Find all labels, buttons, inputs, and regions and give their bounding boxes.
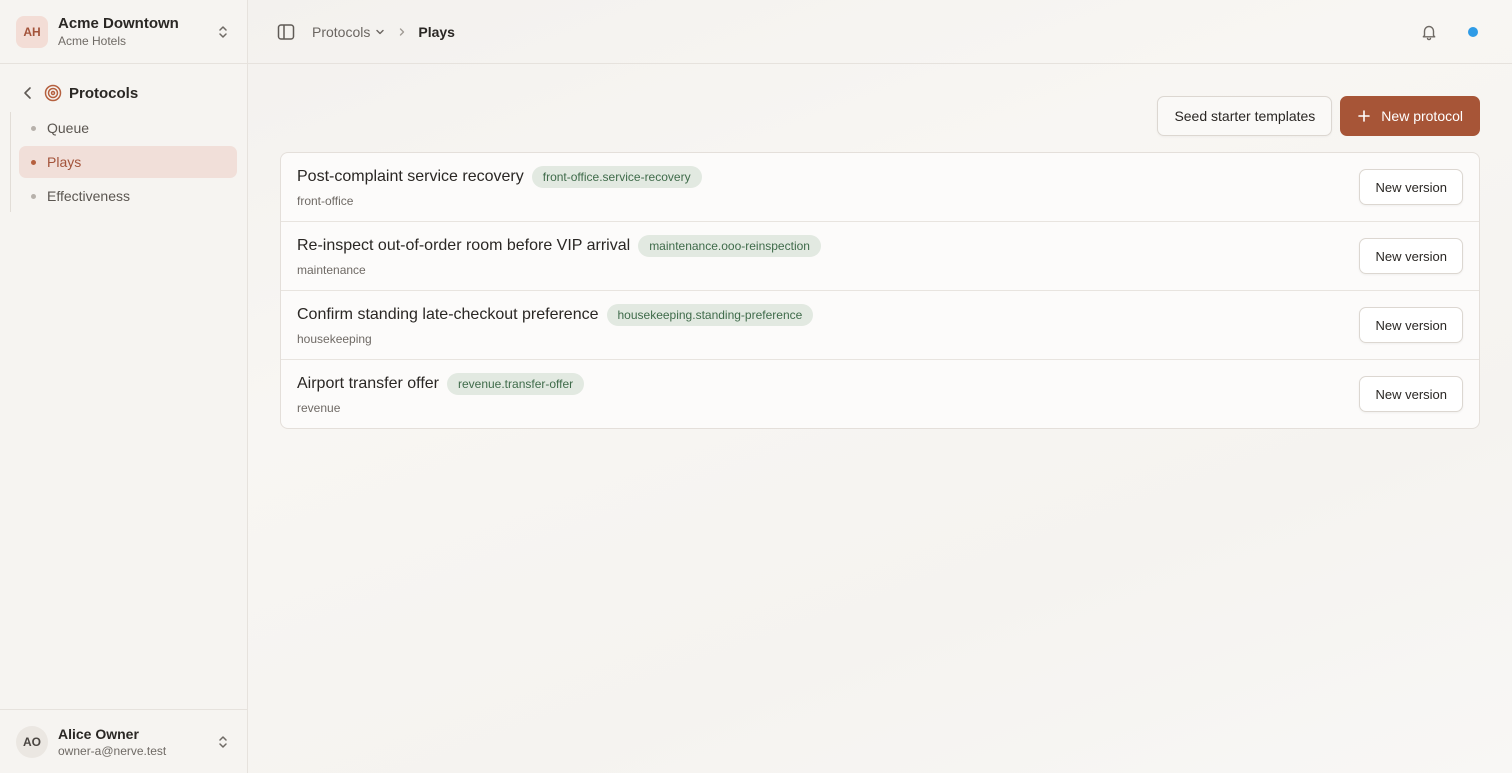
- sidebar-item-effectiveness[interactable]: Effectiveness: [19, 180, 237, 212]
- nav-section-header: Protocols: [0, 78, 247, 108]
- page-actions: Seed starter templates New protocol: [1157, 96, 1480, 136]
- org-text: Acme Downtown Acme Hotels: [58, 15, 215, 49]
- bullet-icon: [31, 125, 36, 131]
- protocol-key-badge: housekeeping.standing-preference: [606, 304, 814, 326]
- row-main: Re-inspect out-of-order room before VIP …: [297, 235, 1359, 277]
- protocol-key-badge: revenue.transfer-offer: [446, 373, 585, 395]
- sidebar-item-label: Queue: [47, 120, 90, 136]
- row-main: Airport transfer offer revenue.transfer-…: [297, 373, 1359, 415]
- chevron-up-down-icon[interactable]: [215, 24, 231, 40]
- target-icon: [44, 84, 62, 102]
- chevron-down-icon: [376, 29, 385, 34]
- row-title-line: Post-complaint service recovery front-of…: [297, 166, 1359, 188]
- protocol-list: Post-complaint service recovery front-of…: [280, 152, 1480, 429]
- plus-icon: [1358, 110, 1371, 122]
- list-item[interactable]: Confirm standing late-checkout preferenc…: [281, 291, 1479, 360]
- new-version-button[interactable]: New version: [1359, 307, 1463, 343]
- protocol-title[interactable]: Airport transfer offer: [297, 375, 439, 393]
- row-main: Confirm standing late-checkout preferenc…: [297, 304, 1359, 346]
- bell-icon[interactable]: [1420, 23, 1438, 41]
- status-indicator[interactable]: [1468, 26, 1478, 37]
- new-protocol-label: New protocol: [1381, 108, 1463, 124]
- sidebar-item-queue[interactable]: Queue: [19, 112, 237, 144]
- row-title-line: Re-inspect out-of-order room before VIP …: [297, 235, 1359, 257]
- list-item[interactable]: Re-inspect out-of-order room before VIP …: [281, 222, 1479, 291]
- protocol-department: housekeeping: [297, 332, 372, 346]
- protocol-key-badge: maintenance.ooo-reinspection: [638, 235, 821, 257]
- breadcrumb-parent-label: Protocols: [312, 23, 371, 40]
- user-menu[interactable]: AO Alice Owner owner-a@nerve.test: [0, 709, 247, 773]
- new-protocol-button[interactable]: New protocol: [1340, 96, 1480, 136]
- main-content: Protocols Plays Seed starter templates N…: [248, 0, 1512, 773]
- org-subtitle: Acme Hotels: [58, 33, 127, 48]
- sidebar-item-label: Plays: [47, 154, 82, 170]
- row-title-line: Airport transfer offer revenue.transfer-…: [297, 373, 1359, 395]
- nav-list: Queue Plays Effectiveness: [10, 112, 247, 212]
- bullet-icon: [31, 193, 36, 199]
- seed-templates-button[interactable]: Seed starter templates: [1157, 96, 1333, 136]
- org-avatar: AH: [16, 15, 48, 48]
- row-title-line: Confirm standing late-checkout preferenc…: [297, 304, 1359, 326]
- protocol-title[interactable]: Confirm standing late-checkout preferenc…: [297, 306, 599, 324]
- org-switcher[interactable]: AH Acme Downtown Acme Hotels: [0, 0, 247, 64]
- protocol-department: front-office: [297, 194, 354, 208]
- sidebar: AH Acme Downtown Acme Hotels Protocols Q…: [0, 0, 248, 773]
- protocol-key-badge: front-office.service-recovery: [531, 166, 702, 188]
- list-item[interactable]: Post-complaint service recovery front-of…: [281, 153, 1479, 222]
- nav-section-title: Protocols: [69, 84, 139, 102]
- protocol-department: maintenance: [297, 263, 366, 277]
- row-main: Post-complaint service recovery front-of…: [297, 166, 1359, 208]
- org-name: Acme Downtown: [58, 14, 179, 32]
- new-version-button[interactable]: New version: [1359, 169, 1463, 205]
- list-item[interactable]: Airport transfer offer revenue.transfer-…: [281, 360, 1479, 428]
- top-right-actions: [1420, 23, 1484, 41]
- user-email: owner-a@nerve.test: [58, 743, 167, 758]
- top-bar: Protocols Plays: [248, 0, 1512, 64]
- chevron-up-down-icon[interactable]: [215, 734, 231, 750]
- bullet-icon: [31, 159, 36, 165]
- protocol-title[interactable]: Re-inspect out-of-order room before VIP …: [297, 237, 630, 255]
- sidebar-item-plays[interactable]: Plays: [19, 146, 237, 178]
- user-text: Alice Owner owner-a@nerve.test: [58, 725, 215, 759]
- avatar: AO: [16, 725, 48, 758]
- sidebar-toggle-icon[interactable]: [276, 22, 296, 42]
- chevron-right-icon: [400, 27, 405, 36]
- breadcrumb: Protocols Plays: [312, 24, 455, 40]
- sidebar-item-label: Effectiveness: [47, 188, 131, 204]
- user-name: Alice Owner: [58, 725, 139, 742]
- breadcrumb-current: Plays: [418, 23, 455, 40]
- new-version-button[interactable]: New version: [1359, 376, 1463, 412]
- protocol-title[interactable]: Post-complaint service recovery: [297, 168, 524, 186]
- breadcrumb-parent[interactable]: Protocols: [312, 24, 386, 40]
- chevron-left-icon[interactable]: [20, 85, 36, 101]
- protocol-department: revenue: [297, 401, 341, 415]
- new-version-button[interactable]: New version: [1359, 238, 1463, 274]
